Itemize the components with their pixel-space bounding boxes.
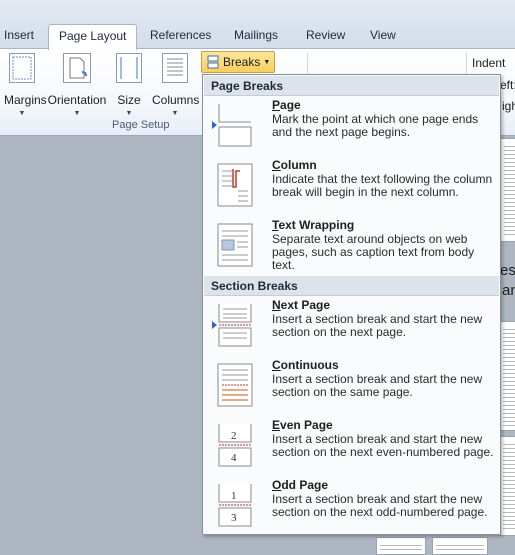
menu-item-title: Column xyxy=(272,158,317,172)
menu-item-title: Even Page xyxy=(272,418,333,432)
document-text-fragment: an xyxy=(502,282,515,299)
menu-item-text-wrapping[interactable]: Text Wrapping Separate text around objec… xyxy=(203,217,500,277)
columns-button[interactable]: Columns ▼ xyxy=(152,53,200,117)
tab-view[interactable]: View xyxy=(370,28,396,42)
chevron-down-icon: ▼ xyxy=(18,110,26,117)
menu-item-description: Insert a section break and start the new… xyxy=(272,492,488,519)
page-thumbnail xyxy=(499,321,515,431)
chevron-down-icon: ▼ xyxy=(263,58,271,66)
menu-item-description: Indicate that the text following the col… xyxy=(272,172,493,199)
indent-label: Indent xyxy=(472,56,506,70)
orientation-button[interactable]: Orientation ▼ xyxy=(46,53,108,117)
menu-item-title: Page xyxy=(272,98,301,112)
margins-label: Margins xyxy=(4,93,47,107)
menu-item-title: Odd Page xyxy=(272,478,329,492)
breaks-button[interactable]: Breaks ▼ xyxy=(201,51,276,73)
text-wrapping-icon xyxy=(217,223,253,267)
tab-page-layout[interactable]: Page Layout xyxy=(48,24,138,50)
page-thumbnail xyxy=(432,537,488,555)
menu-item-odd-page[interactable]: 1 3 Odd Page Insert a section break and … xyxy=(203,477,500,537)
page-thumbnail xyxy=(376,537,426,555)
svg-text:3: 3 xyxy=(231,512,237,524)
menu-item-title: Next Page xyxy=(272,298,331,312)
menu-item-title: Continuous xyxy=(272,358,339,372)
margins-icon xyxy=(9,53,35,83)
page-setup-group-label: Page Setup xyxy=(112,119,170,131)
page-breaks-header: Page Breaks xyxy=(204,76,499,96)
column-break-icon xyxy=(217,163,253,207)
menu-item-description: Insert a section break and start the new… xyxy=(272,312,483,339)
page-thumbnail xyxy=(499,436,515,536)
chevron-down-icon: ▼ xyxy=(171,110,179,117)
tab-references[interactable]: References xyxy=(150,28,211,42)
orientation-label: Orientation xyxy=(47,93,107,107)
even-page-icon: 2 4 xyxy=(218,424,252,467)
ribbon-tab-strip: Insert Page Layout References Mailings R… xyxy=(0,0,515,50)
indent-right-label: igh xyxy=(502,99,515,113)
orientation-icon xyxy=(63,53,91,83)
menu-item-description: Insert a section break and start the new… xyxy=(272,432,494,459)
size-label: Size xyxy=(117,93,141,107)
svg-text:2: 2 xyxy=(231,430,237,442)
tab-review[interactable]: Review xyxy=(306,28,345,42)
menu-item-description: Separate text around objects on web page… xyxy=(272,232,475,272)
menu-item-description: Insert a section break and start the new… xyxy=(272,372,483,399)
svg-text:1: 1 xyxy=(231,490,237,502)
menu-item-column[interactable]: Column Indicate that the text following … xyxy=(203,157,500,217)
columns-icon xyxy=(162,53,188,83)
menu-item-next-page[interactable]: Next Page Insert a section break and sta… xyxy=(203,297,500,357)
menu-item-page[interactable]: Page Mark the point at which one page en… xyxy=(203,97,500,157)
document-text-fragment: es xyxy=(500,262,515,279)
breaks-icon xyxy=(207,55,219,69)
tab-mailings[interactable]: Mailings xyxy=(234,28,278,42)
section-breaks-header: Section Breaks xyxy=(204,276,499,296)
size-button[interactable]: Size ▼ xyxy=(116,53,142,117)
chevron-down-icon: ▼ xyxy=(73,110,81,117)
breaks-label: Breaks xyxy=(223,55,261,69)
menu-item-continuous[interactable]: Continuous Insert a section break and st… xyxy=(203,357,500,417)
breaks-dropdown-menu: Page Breaks Page Mark the point at which… xyxy=(202,74,501,535)
tab-insert[interactable]: Insert xyxy=(4,28,34,42)
page-break-icon xyxy=(218,104,252,147)
page-thumbnail xyxy=(500,138,515,242)
chevron-down-icon: ▼ xyxy=(125,110,133,117)
odd-page-icon: 1 3 xyxy=(218,484,252,527)
menu-item-even-page[interactable]: 2 4 Even Page Insert a section break and… xyxy=(203,417,500,477)
margins-button[interactable]: Margins ▼ xyxy=(4,53,47,117)
menu-item-title: Text Wrapping xyxy=(272,218,355,232)
menu-item-description: Mark the point at which one page ends an… xyxy=(272,112,479,139)
svg-text:4: 4 xyxy=(231,452,237,464)
size-icon xyxy=(116,53,142,83)
indent-left-label: eft: xyxy=(500,78,515,92)
continuous-icon xyxy=(217,363,253,407)
columns-label: Columns xyxy=(152,93,200,107)
next-page-icon xyxy=(218,304,252,347)
